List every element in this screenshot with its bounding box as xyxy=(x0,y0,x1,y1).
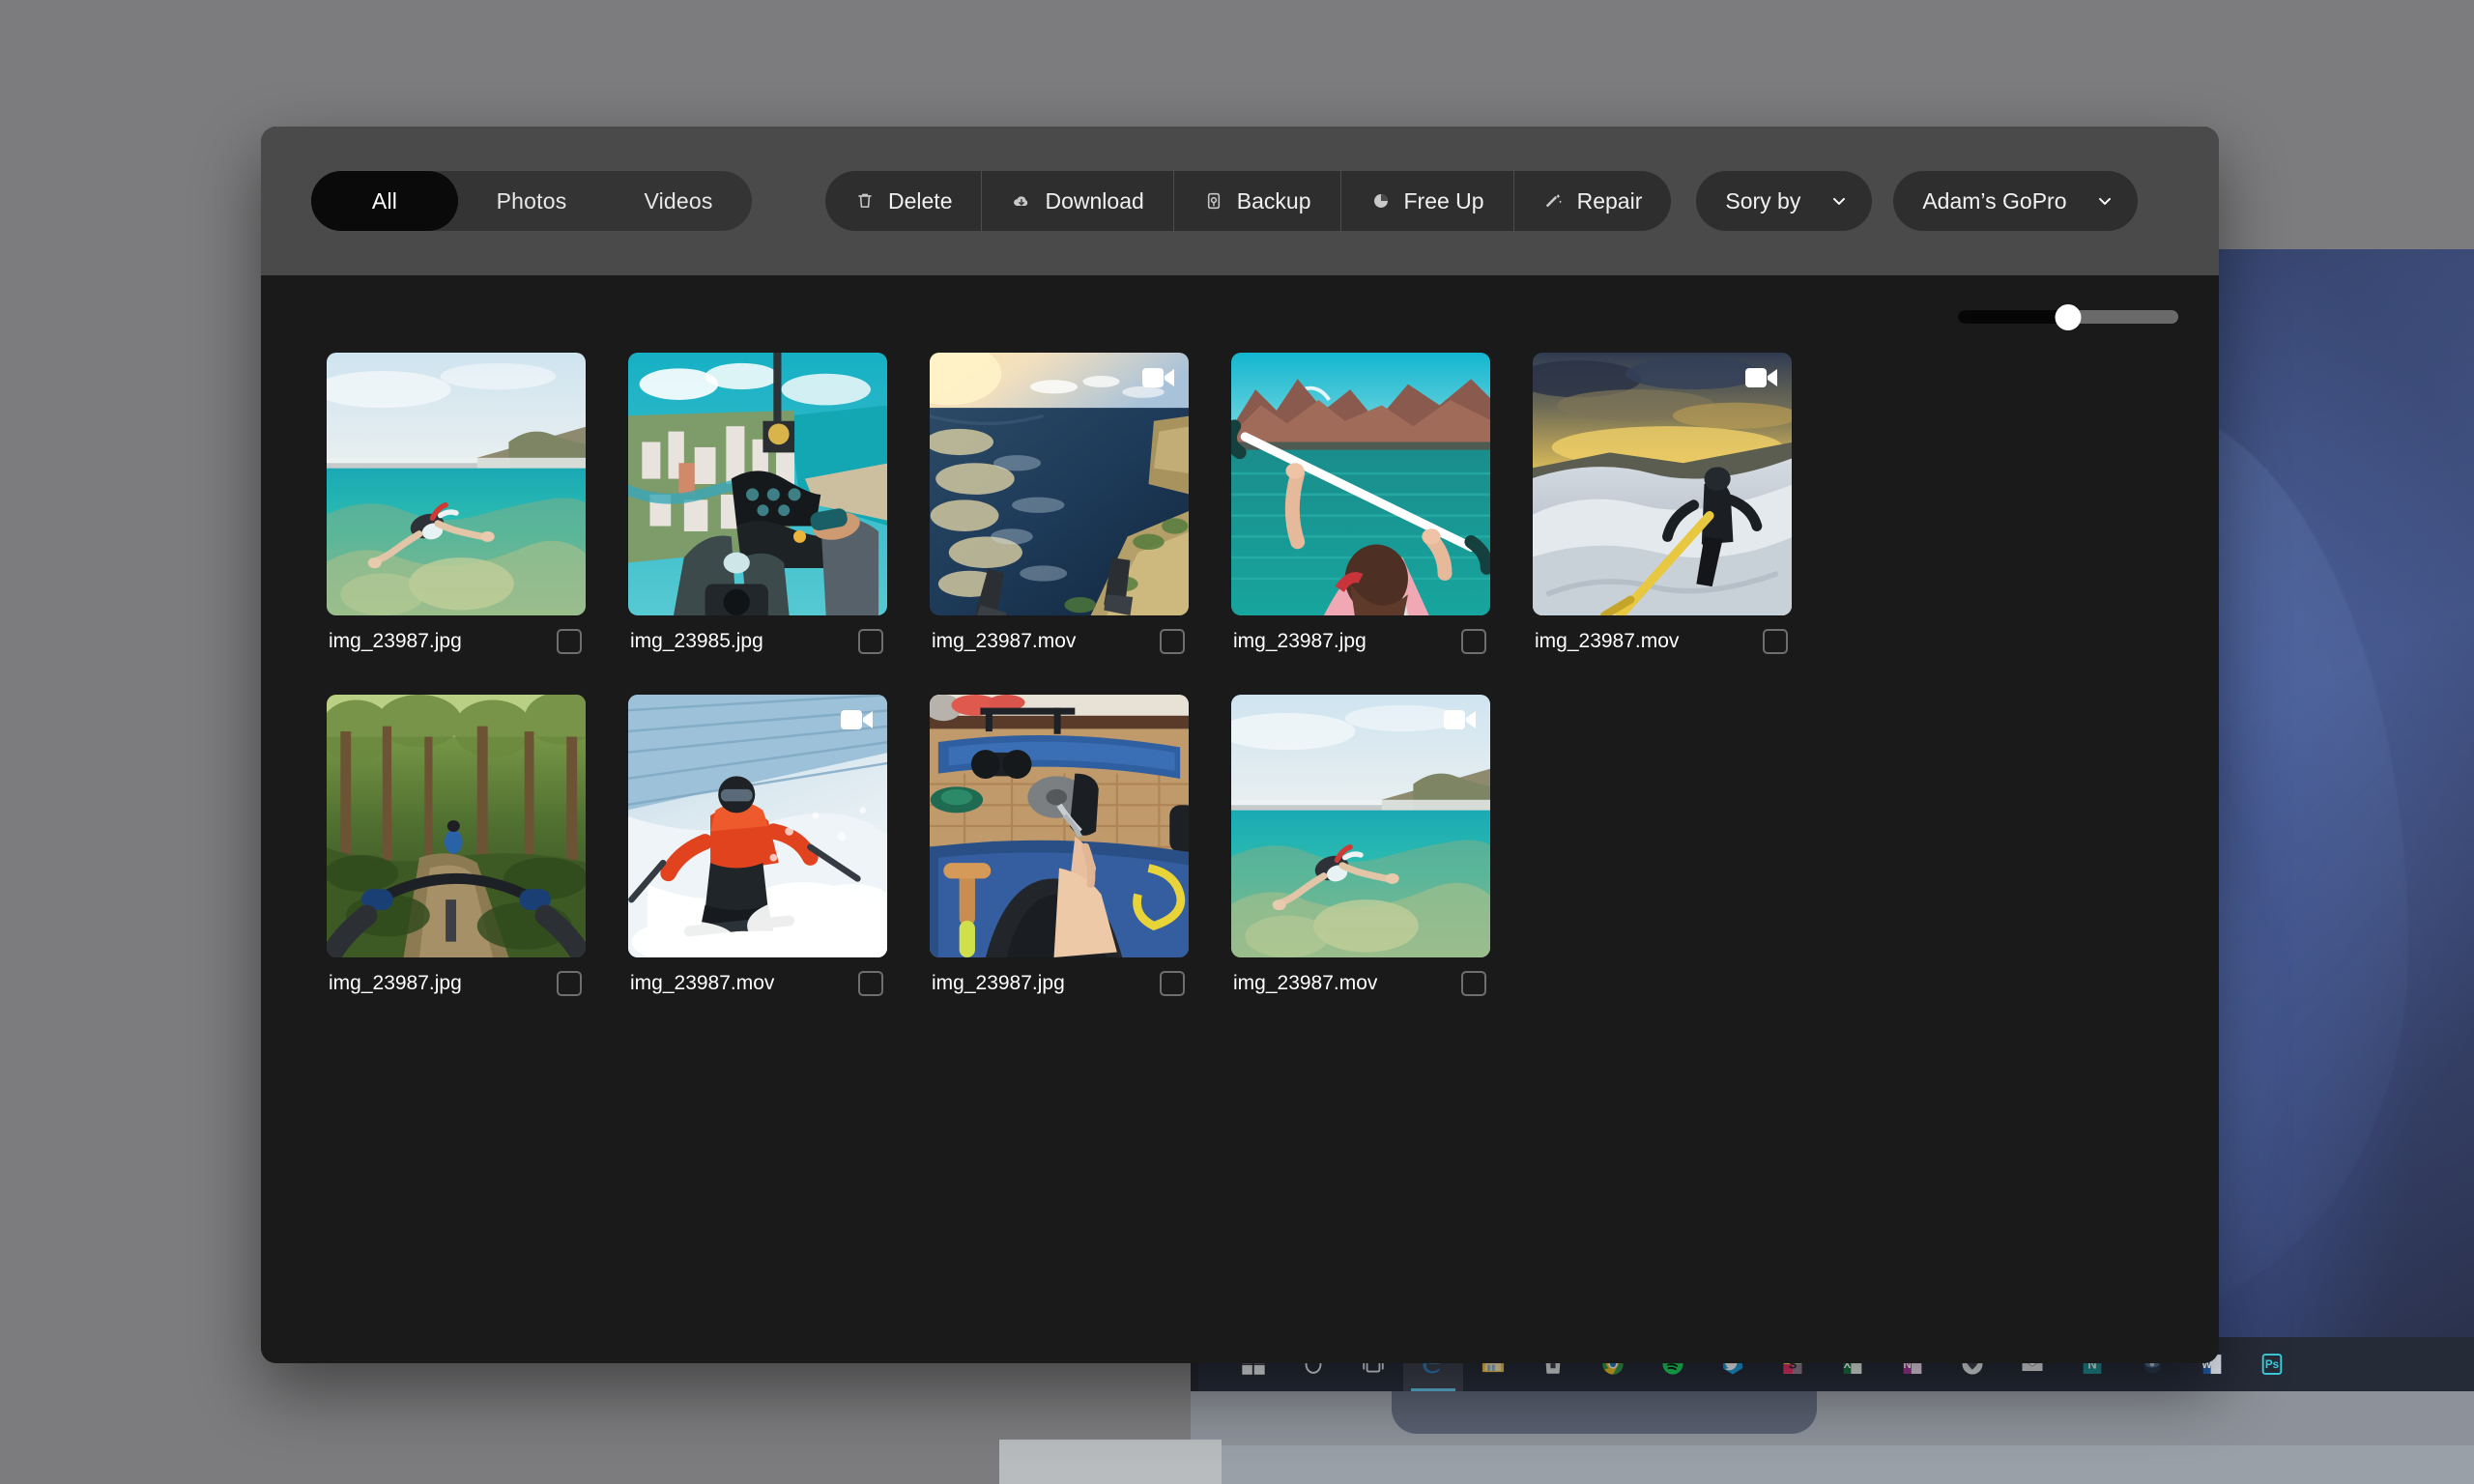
media-card-meta: img_23987.mov xyxy=(1533,615,1792,654)
media-card: img_23985.jpg xyxy=(628,353,887,654)
view-controls-row xyxy=(261,275,2219,328)
thumbnail-cliff-sunset-ocean[interactable] xyxy=(930,353,1189,615)
media-manager-window: All Photos Videos Delete xyxy=(261,127,2219,1363)
select-checkbox[interactable] xyxy=(1461,971,1486,996)
video-badge-icon xyxy=(1142,366,1175,389)
photoshop-icon[interactable]: Ps xyxy=(2242,1337,2302,1391)
slider-fill xyxy=(1958,310,2068,324)
media-card-meta: img_23987.mov xyxy=(930,615,1189,654)
tab-photos[interactable]: Photos xyxy=(458,171,605,231)
backup-label: Backup xyxy=(1237,188,1311,214)
thumbnail-helicopter-cockpit-city[interactable] xyxy=(628,353,887,615)
download-label: Download xyxy=(1045,188,1143,214)
file-name: img_23987.mov xyxy=(932,630,1076,653)
media-type-filter-group[interactable]: All Photos Videos xyxy=(311,171,752,231)
pie-chart-icon xyxy=(1370,190,1392,212)
select-checkbox[interactable] xyxy=(858,629,883,654)
file-name: img_23987.jpg xyxy=(932,972,1065,995)
media-grid: img_23987.jpg xyxy=(261,328,2219,996)
thumbnail-snorkeler-underwater[interactable] xyxy=(1231,695,1490,957)
media-card-meta: img_23987.jpg xyxy=(930,957,1189,996)
file-name: img_23987.mov xyxy=(1535,630,1679,653)
magic-wand-icon xyxy=(1543,190,1565,212)
media-content-area: img_23987.jpg xyxy=(261,275,2219,1363)
media-card: img_23987.mov xyxy=(1231,695,1490,996)
sort-by-label: Sory by xyxy=(1725,188,1800,214)
media-card: img_23987.jpg xyxy=(327,353,586,654)
select-checkbox[interactable] xyxy=(1160,629,1185,654)
select-checkbox[interactable] xyxy=(858,971,883,996)
thumbnail-skier-powder[interactable] xyxy=(628,695,887,957)
media-card: img_23987.jpg xyxy=(327,695,586,996)
file-name: img_23987.jpg xyxy=(329,972,462,995)
video-badge-icon xyxy=(1444,708,1477,731)
thumbnail-snow-dunes-sunset[interactable] xyxy=(1533,353,1792,615)
media-card-meta: img_23987.mov xyxy=(628,957,887,996)
sort-by-dropdown[interactable]: Sory by xyxy=(1696,171,1872,231)
chevron-down-icon xyxy=(2095,191,2114,211)
file-name: img_23985.jpg xyxy=(630,630,763,653)
cloud-download-icon xyxy=(1011,190,1032,212)
thumbnail-forest-mountain-bike[interactable] xyxy=(327,695,586,957)
media-card: img_23987.jpg xyxy=(930,695,1189,996)
free-up-label: Free Up xyxy=(1404,188,1484,214)
tab-videos[interactable]: Videos xyxy=(605,171,752,231)
media-card-meta: img_23987.jpg xyxy=(327,615,586,654)
monitor-stand-neck xyxy=(1392,1391,1817,1434)
free-up-button[interactable]: Free Up xyxy=(1341,171,1514,231)
trash-icon xyxy=(854,190,876,212)
delete-label: Delete xyxy=(888,188,952,214)
thumbnail-size-slider[interactable] xyxy=(1958,306,2178,328)
select-checkbox[interactable] xyxy=(557,971,582,996)
app-toolbar: All Photos Videos Delete xyxy=(261,127,2219,275)
select-checkbox[interactable] xyxy=(1763,629,1788,654)
chevron-down-icon xyxy=(1829,191,1849,211)
backup-button[interactable]: Backup xyxy=(1174,171,1341,231)
backup-drive-icon xyxy=(1203,190,1224,212)
repair-label: Repair xyxy=(1577,188,1643,214)
select-checkbox[interactable] xyxy=(1461,629,1486,654)
slider-thumb[interactable] xyxy=(2056,304,2082,330)
media-card: img_23987.mov xyxy=(1533,353,1792,654)
file-name: img_23987.mov xyxy=(630,972,774,995)
thumbnail-home-gym-floor[interactable] xyxy=(930,695,1189,957)
svg-text:Ps: Ps xyxy=(2265,1358,2279,1371)
thumbnail-kayak-mountain-lake[interactable] xyxy=(1231,353,1490,615)
select-checkbox[interactable] xyxy=(557,629,582,654)
thumbnail-snorkeler-underwater[interactable] xyxy=(327,353,586,615)
file-name: img_23987.jpg xyxy=(1233,630,1366,653)
media-card-meta: img_23987.jpg xyxy=(327,957,586,996)
video-badge-icon xyxy=(1745,366,1778,389)
video-badge-icon xyxy=(841,708,874,731)
device-selector-dropdown[interactable]: Adam’s GoPro xyxy=(1893,171,2138,231)
download-button[interactable]: Download xyxy=(982,171,1173,231)
media-card: img_23987.mov xyxy=(930,353,1189,654)
tab-all[interactable]: All xyxy=(311,171,458,231)
desk-front-edge xyxy=(1191,1445,2474,1484)
desk-object xyxy=(999,1440,1222,1484)
media-card-meta: img_23985.jpg xyxy=(628,615,887,654)
file-name: img_23987.jpg xyxy=(329,630,462,653)
delete-button[interactable]: Delete xyxy=(825,171,982,231)
select-checkbox[interactable] xyxy=(1160,971,1185,996)
media-card: img_23987.mov xyxy=(628,695,887,996)
device-label: Adam’s GoPro xyxy=(1922,188,2066,214)
repair-button[interactable]: Repair xyxy=(1514,171,1672,231)
media-card-meta: img_23987.jpg xyxy=(1231,615,1490,654)
action-button-group[interactable]: Delete Download xyxy=(825,171,1671,231)
file-name: img_23987.mov xyxy=(1233,972,1377,995)
media-card: img_23987.jpg xyxy=(1231,353,1490,654)
media-card-meta: img_23987.mov xyxy=(1231,957,1490,996)
